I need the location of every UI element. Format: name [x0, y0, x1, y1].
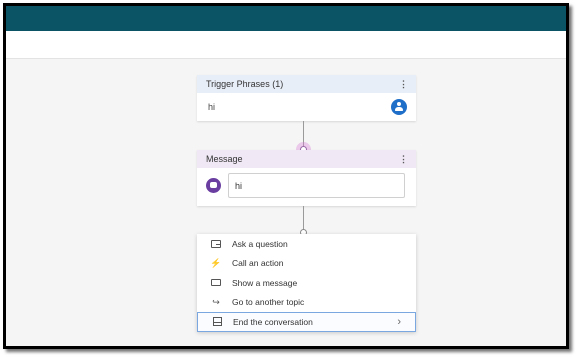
- menu-item-end-conversation[interactable]: End the conversation ›: [197, 312, 416, 332]
- menu-item-show-message[interactable]: Show a message: [197, 273, 416, 293]
- trigger-card-body[interactable]: hi: [197, 93, 416, 121]
- trigger-phrase-text: hi: [208, 102, 216, 112]
- message-card-body: hi: [197, 168, 416, 206]
- message-card-header: Message ⋮: [197, 150, 416, 168]
- menu-item-label: Go to another topic: [232, 297, 305, 308]
- menu-item-ask-question[interactable]: Ask a question: [197, 234, 416, 254]
- trigger-card-header: Trigger Phrases (1) ⋮: [197, 75, 416, 93]
- menu-item-go-to-topic[interactable]: ↪ Go to another topic: [197, 293, 416, 313]
- message-text-box[interactable]: hi: [228, 173, 405, 198]
- redirect-icon: ↪: [212, 296, 220, 307]
- app-frame: Trigger Phrases (1) ⋮ hi Message ⋮ hi As…: [3, 3, 569, 349]
- question-icon: [211, 239, 221, 248]
- person-icon: [391, 99, 407, 115]
- chevron-right-icon: ›: [397, 316, 401, 328]
- more-options-icon[interactable]: ⋮: [399, 79, 408, 89]
- message-card-title: Message: [206, 154, 243, 164]
- message-icon: [211, 279, 221, 287]
- top-app-bar: [6, 6, 566, 31]
- menu-item-label: End the conversation: [233, 316, 313, 327]
- menu-item-call-action[interactable]: ⚡ Call an action: [197, 254, 416, 274]
- trigger-phrases-card[interactable]: Trigger Phrases (1) ⋮ hi: [197, 75, 416, 121]
- command-bar: [6, 31, 566, 59]
- bot-icon: [206, 178, 221, 193]
- lightning-icon: ⚡: [210, 257, 222, 268]
- trigger-card-title: Trigger Phrases (1): [206, 79, 284, 89]
- menu-item-label: Show a message: [232, 277, 298, 288]
- end-icon: [212, 317, 222, 327]
- message-card[interactable]: Message ⋮ hi: [197, 150, 416, 206]
- more-options-icon[interactable]: ⋮: [399, 154, 408, 164]
- menu-item-label: Call an action: [232, 258, 284, 269]
- menu-item-label: Ask a question: [232, 238, 288, 249]
- add-node-menu: Ask a question ⚡ Call an action Show a m…: [197, 234, 416, 332]
